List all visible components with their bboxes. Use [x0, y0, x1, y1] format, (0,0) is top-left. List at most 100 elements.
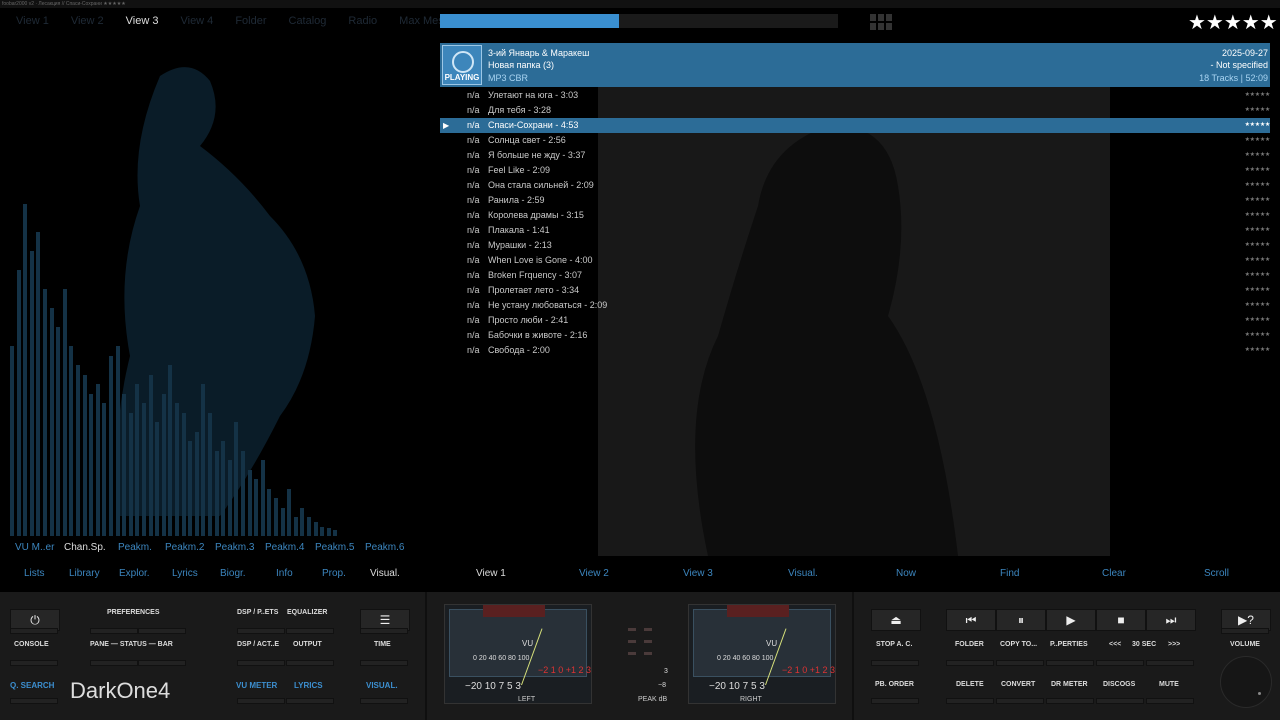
- delete-button[interactable]: DELETE: [956, 681, 984, 688]
- vis-tab-peakm-[interactable]: Peakm.: [118, 542, 152, 553]
- track-row[interactable]: ▶ n/a Спаси-Сохрани - 4:53 ★★★★★: [440, 118, 1270, 133]
- mid-tab-scroll[interactable]: Scroll: [1204, 568, 1229, 579]
- preferences-button[interactable]: PREFERENCES: [107, 609, 160, 616]
- spectrum-bar: [221, 441, 226, 536]
- vis-tab-vu-m-er[interactable]: VU M..er: [15, 542, 54, 553]
- left-tab-prop-[interactable]: Prop.: [322, 568, 346, 579]
- track-row[interactable]: n/a Для тебя - 3:28 ★★★★★: [440, 103, 1270, 118]
- tab-view-2[interactable]: View 2: [71, 15, 104, 27]
- control-slot: [946, 698, 994, 704]
- tab-view-6[interactable]: Catalog: [289, 15, 327, 27]
- previous-button[interactable]: ⏮: [946, 609, 996, 631]
- mid-tab-view-1[interactable]: View 1: [476, 568, 506, 579]
- left-tab-lists[interactable]: Lists: [24, 568, 45, 579]
- folder-button[interactable]: FOLDER: [955, 641, 984, 648]
- properties-button[interactable]: P..PERTIES: [1050, 641, 1088, 648]
- copy-to-button[interactable]: COPY TO...: [1000, 641, 1037, 648]
- track-row[interactable]: n/a Просто люби - 2:41 ★★★★★: [440, 313, 1270, 328]
- convert-button[interactable]: CONVERT: [1001, 681, 1035, 688]
- track-title: Feel Like - 2:09: [488, 165, 551, 175]
- track-row[interactable]: n/a Я больше не жду - 3:37 ★★★★★: [440, 148, 1270, 163]
- seek-bar[interactable]: [440, 14, 838, 28]
- track-number: n/a: [467, 300, 480, 310]
- tab-view-1[interactable]: View 1: [16, 15, 49, 27]
- tab-view-4[interactable]: View 4: [180, 15, 213, 27]
- left-tab-library[interactable]: Library: [69, 568, 100, 579]
- mid-tab-view-3[interactable]: View 3: [683, 568, 713, 579]
- track-row[interactable]: n/a Не устану любоваться - 2:09 ★★★★★: [440, 298, 1270, 313]
- track-row[interactable]: n/a Она стала сильней - 2:09 ★★★★★: [440, 178, 1270, 193]
- track-row[interactable]: n/a Плакала - 1:41 ★★★★★: [440, 223, 1270, 238]
- eject-button[interactable]: ⏏: [871, 609, 921, 631]
- layout-grid-icon[interactable]: [870, 14, 892, 30]
- stop-button[interactable]: ■: [1096, 609, 1146, 631]
- vu-meter-button[interactable]: VU METER: [236, 681, 277, 690]
- spectrum-bar: [274, 498, 278, 536]
- tab-view-3[interactable]: View 3: [126, 15, 159, 27]
- vis-tab-chan-sp-[interactable]: Chan.Sp.: [64, 542, 106, 553]
- track-row[interactable]: n/a Мурашки - 2:13 ★★★★★: [440, 238, 1270, 253]
- vis-tab-peakm-6[interactable]: Peakm.6: [365, 542, 404, 553]
- console-button[interactable]: CONSOLE: [14, 641, 49, 648]
- rating-stars[interactable]: ★★★★★: [1188, 10, 1278, 35]
- left-tab-explor-[interactable]: Explor.: [119, 568, 150, 579]
- dsp-active-button[interactable]: DSP / ACT..E: [237, 641, 279, 648]
- track-row[interactable]: n/a Broken Frquency - 3:07 ★★★★★: [440, 268, 1270, 283]
- track-row[interactable]: n/a When Love is Gone - 4:00 ★★★★★: [440, 253, 1270, 268]
- track-row[interactable]: n/a Солнца свет - 2:56 ★★★★★: [440, 133, 1270, 148]
- time-button[interactable]: TIME: [374, 641, 391, 648]
- left-tab-lyrics[interactable]: Lyrics: [172, 568, 198, 579]
- control-slot: [946, 660, 994, 666]
- dr-meter-button[interactable]: DR METER: [1051, 681, 1088, 688]
- tab-view-5[interactable]: Folder: [235, 15, 266, 27]
- track-row[interactable]: n/a Бабочки в животе - 2:16 ★★★★★: [440, 328, 1270, 343]
- output-button[interactable]: OUTPUT: [293, 641, 322, 648]
- track-row[interactable]: n/a Улетают на юга - 3:03 ★★★★★: [440, 88, 1270, 103]
- pane-status-bar-button[interactable]: PANE — STATUS — BAR: [90, 641, 173, 648]
- control-slot: [90, 660, 138, 666]
- playback-order-button[interactable]: PB. ORDER: [875, 681, 914, 688]
- tab-view-7[interactable]: Radio: [348, 15, 377, 27]
- equalizer-button[interactable]: EQUALIZER: [287, 609, 327, 616]
- pause-button[interactable]: ⏸: [996, 609, 1046, 631]
- spectrum-bar: [326, 528, 331, 536]
- now-playing-header[interactable]: PLAYING 3-ий Январь & Маракеш Новая папк…: [440, 43, 1270, 87]
- mid-tab-view-2[interactable]: View 2: [579, 568, 609, 579]
- track-number: n/a: [467, 90, 480, 100]
- track-row[interactable]: n/a Feel Like - 2:09 ★★★★★: [440, 163, 1270, 178]
- left-tab-visual-[interactable]: Visual.: [370, 568, 400, 579]
- visual-button[interactable]: VISUAL.: [366, 681, 398, 690]
- track-row[interactable]: n/a Свобода - 2:00 ★★★★★: [440, 343, 1270, 358]
- track-row[interactable]: n/a Ранила - 2:59 ★★★★★: [440, 193, 1270, 208]
- vis-tab-peakm-2[interactable]: Peakm.2: [165, 542, 204, 553]
- track-number: n/a: [467, 285, 480, 295]
- mute-button[interactable]: MUTE: [1159, 681, 1179, 688]
- quick-search-button[interactable]: Q. SEARCH: [10, 681, 54, 690]
- track-row[interactable]: n/a Королева драмы - 3:15 ★★★★★: [440, 208, 1270, 223]
- volume-knob[interactable]: [1220, 656, 1272, 708]
- vis-tab-peakm-5[interactable]: Peakm.5: [315, 542, 354, 553]
- vis-tab-peakm-4[interactable]: Peakm.4: [265, 542, 304, 553]
- mid-tab-now[interactable]: Now: [896, 568, 916, 579]
- discogs-button[interactable]: DISCOGS: [1103, 681, 1135, 688]
- track-row[interactable]: n/a Пролетает лето - 3:34 ★★★★★: [440, 283, 1270, 298]
- vis-tab-peakm-3[interactable]: Peakm.3: [215, 542, 254, 553]
- track-rating: ★★★★★: [1244, 227, 1271, 233]
- spectrum-bar: [208, 412, 212, 536]
- pause-icon: ⏸: [1017, 612, 1024, 627]
- track-title: Она стала сильней - 2:09: [488, 180, 594, 190]
- left-tab-biogr-[interactable]: Biogr.: [220, 568, 246, 579]
- left-tab-info[interactable]: Info: [276, 568, 293, 579]
- lyrics-button[interactable]: LYRICS: [294, 681, 323, 690]
- play-button[interactable]: ▶: [1046, 609, 1096, 631]
- dsp-presets-button[interactable]: DSP / P..ETS: [237, 609, 278, 616]
- seek-forward-button[interactable]: >>>: [1168, 641, 1180, 648]
- mid-tab-find[interactable]: Find: [1000, 568, 1019, 579]
- next-button[interactable]: ⏭: [1146, 609, 1196, 631]
- stop-after-current-button[interactable]: STOP A. C.: [876, 641, 912, 648]
- seek-back-button[interactable]: <<<: [1109, 641, 1121, 648]
- mid-tab-visual-[interactable]: Visual.: [788, 568, 818, 579]
- mid-tab-clear[interactable]: Clear: [1102, 568, 1126, 579]
- spectrum-bar: [175, 403, 179, 536]
- track-title: Королева драмы - 3:15: [488, 210, 584, 220]
